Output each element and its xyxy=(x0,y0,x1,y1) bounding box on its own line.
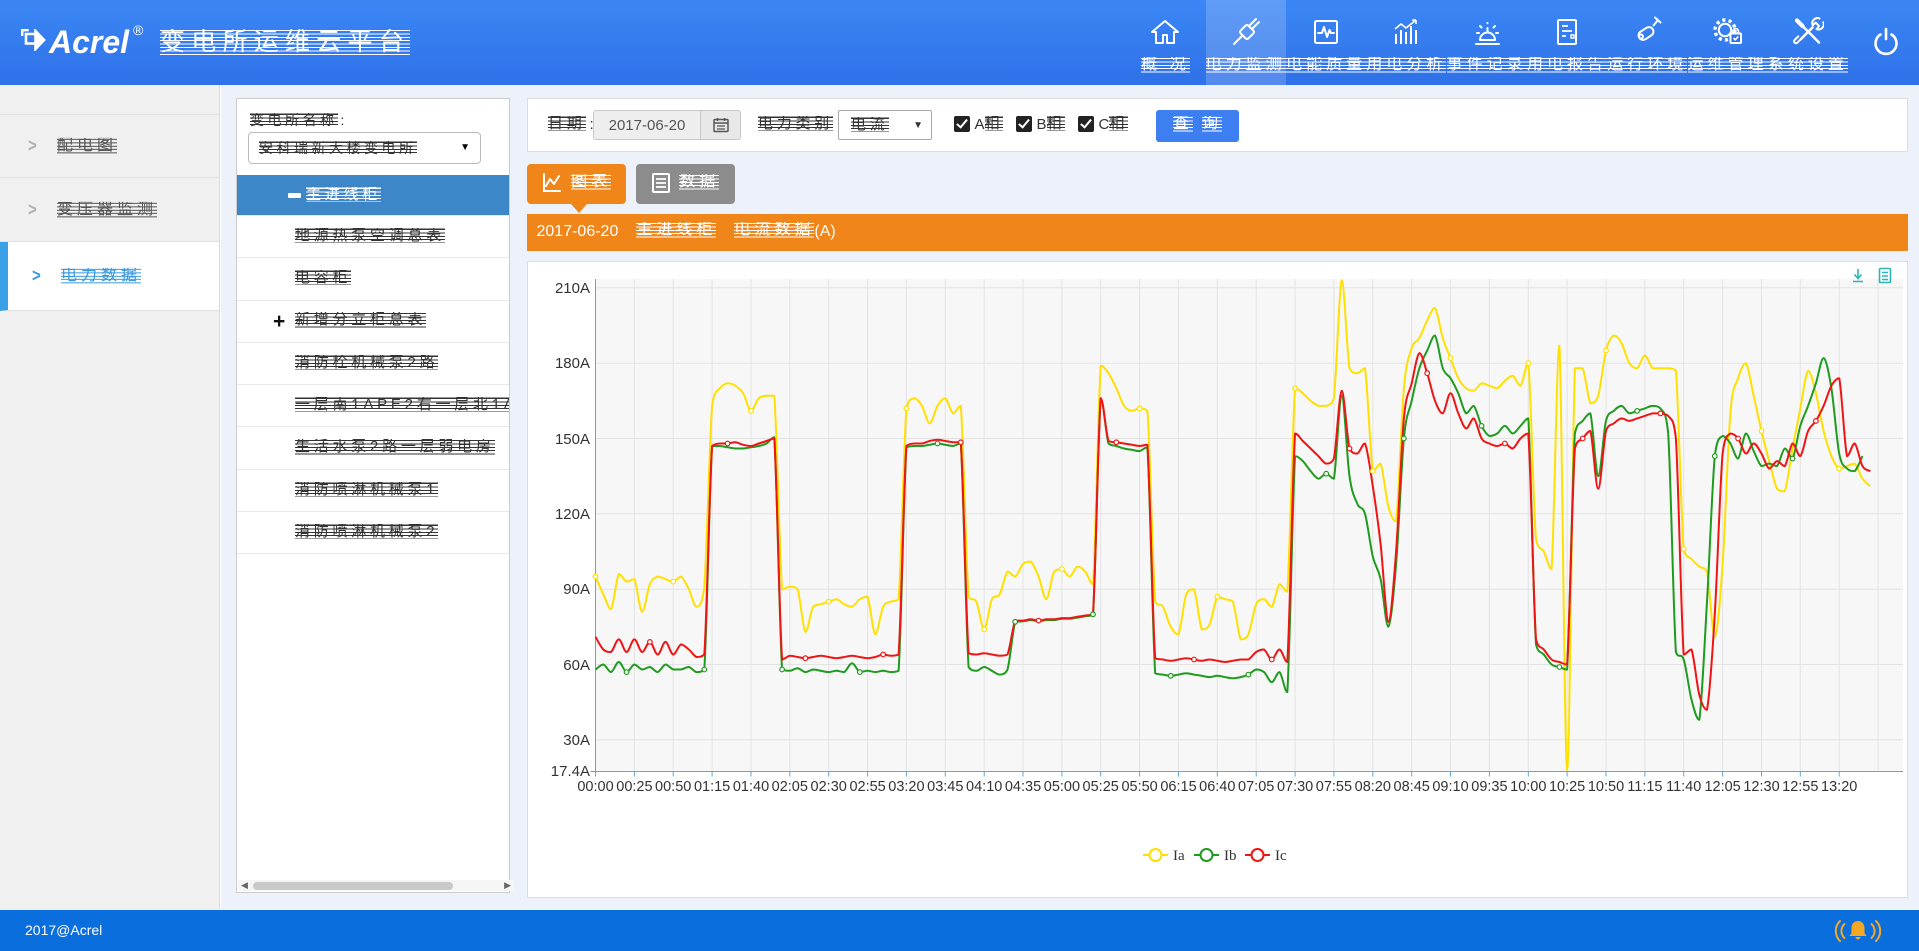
svg-text:12:30: 12:30 xyxy=(1743,779,1779,795)
svg-text:07:55: 07:55 xyxy=(1316,779,1352,795)
svg-text:00:00: 00:00 xyxy=(577,779,613,795)
svg-text:01:15: 01:15 xyxy=(694,779,730,795)
svg-text:05:00: 05:00 xyxy=(1044,779,1080,795)
svg-text:Ib: Ib xyxy=(1224,848,1237,864)
svg-text:04:35: 04:35 xyxy=(1005,779,1041,795)
svg-text:07:05: 07:05 xyxy=(1238,779,1274,795)
svg-text:10:25: 10:25 xyxy=(1549,779,1585,795)
svg-text:00:25: 00:25 xyxy=(616,779,652,795)
svg-text:12:05: 12:05 xyxy=(1704,779,1740,795)
svg-text:05:25: 05:25 xyxy=(1083,779,1119,795)
svg-text:09:35: 09:35 xyxy=(1471,779,1507,795)
svg-text:07:30: 07:30 xyxy=(1277,779,1313,795)
svg-text:180A: 180A xyxy=(555,355,590,372)
svg-text:120A: 120A xyxy=(555,506,590,523)
svg-text:90A: 90A xyxy=(563,581,590,598)
svg-text:10:00: 10:00 xyxy=(1510,779,1546,795)
svg-text:17.4A: 17.4A xyxy=(551,763,590,780)
svg-text:06:40: 06:40 xyxy=(1199,779,1235,795)
svg-text:02:05: 02:05 xyxy=(772,779,808,795)
svg-text:11:40: 11:40 xyxy=(1666,779,1701,795)
svg-text:08:20: 08:20 xyxy=(1355,779,1391,795)
svg-text:30A: 30A xyxy=(563,732,590,749)
svg-text:150A: 150A xyxy=(555,431,590,448)
svg-text:11:15: 11:15 xyxy=(1627,779,1662,795)
svg-text:03:20: 03:20 xyxy=(888,779,924,795)
svg-text:04:10: 04:10 xyxy=(966,779,1002,795)
svg-text:12:55: 12:55 xyxy=(1782,779,1818,795)
svg-text:00:50: 00:50 xyxy=(655,779,691,795)
svg-text:210A: 210A xyxy=(555,280,590,297)
svg-text:06:15: 06:15 xyxy=(1160,779,1196,795)
svg-text:09:10: 09:10 xyxy=(1432,779,1468,795)
svg-text:03:45: 03:45 xyxy=(927,779,963,795)
svg-text:02:55: 02:55 xyxy=(849,779,885,795)
svg-text:05:50: 05:50 xyxy=(1121,779,1157,795)
svg-text:01:40: 01:40 xyxy=(733,779,769,795)
svg-text:08:45: 08:45 xyxy=(1394,779,1430,795)
svg-text:60A: 60A xyxy=(563,657,590,674)
svg-text:02:30: 02:30 xyxy=(811,779,847,795)
svg-text:13:20: 13:20 xyxy=(1821,779,1857,795)
svg-text:10:50: 10:50 xyxy=(1588,779,1624,795)
svg-text:Ia: Ia xyxy=(1173,848,1185,864)
svg-text:Ic: Ic xyxy=(1275,848,1287,864)
